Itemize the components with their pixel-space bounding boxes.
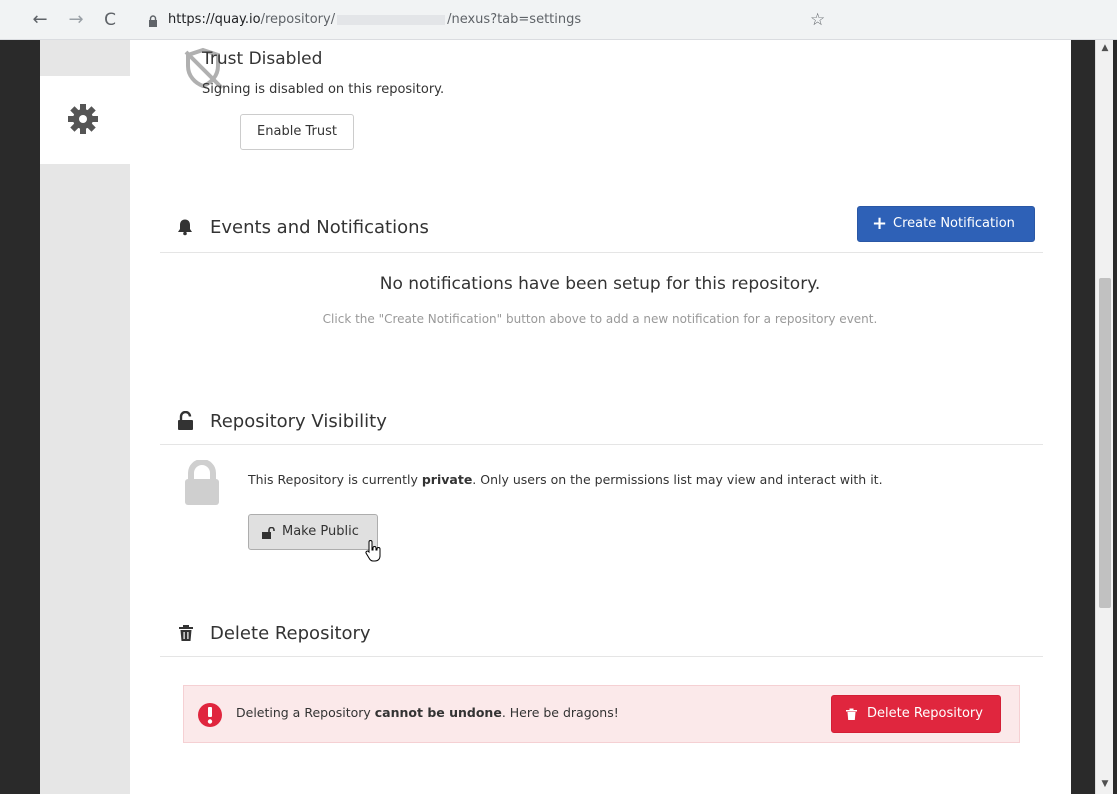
back-arrow-icon[interactable]: ← (30, 10, 50, 30)
delete-warning: Deleting a Repository cannot be undone. … (236, 705, 619, 720)
forward-arrow-icon[interactable]: → (66, 10, 86, 30)
url-path: /repository/ (260, 12, 336, 27)
danger-alert: Deleting a Repository cannot be undone. … (183, 685, 1020, 743)
trash-icon (846, 708, 857, 720)
delete-title: Delete Repository (210, 623, 371, 644)
visibility-description: This Repository is currently private. On… (248, 472, 883, 487)
padlock-icon (185, 460, 219, 505)
trust-description: Signing is disabled on this repository. (202, 82, 445, 97)
delete-warning-before: Deleting a Repository (236, 705, 375, 720)
lock-icon (149, 15, 157, 27)
plus-icon: + (872, 213, 888, 234)
url-host: https://quay.io (168, 12, 261, 27)
address-bar[interactable]: https://quay.io/repository/ /nexus?tab=se… (138, 8, 844, 34)
notifications-title: Events and Notifications (210, 217, 429, 238)
create-notification-label: Create Notification (893, 216, 1015, 231)
create-notification-button[interactable]: + Create Notification (857, 206, 1035, 242)
hand-cursor-icon (365, 540, 381, 562)
delete-repository-label: Delete Repository (867, 706, 983, 721)
trash-icon (179, 625, 193, 641)
visibility-title: Repository Visibility (210, 411, 387, 432)
unlock-icon (262, 527, 275, 539)
reload-icon[interactable]: C (100, 10, 120, 30)
scroll-thumb[interactable] (1099, 278, 1111, 608)
empty-notifications-hint: Click the "Create Notification" button a… (322, 312, 878, 326)
visibility-text-after: . Only users on the permissions list may… (472, 472, 883, 487)
unlock-icon (178, 411, 193, 430)
trust-title: Trust Disabled (202, 49, 323, 69)
gear-icon (68, 104, 98, 134)
url-suffix: /nexus?tab=settings (447, 12, 582, 27)
sidebar (40, 40, 130, 794)
browser-toolbar: ← → C https://quay.io/repository/ /nexus?… (0, 0, 1117, 40)
scroll-down-icon[interactable]: ▼ (1099, 778, 1111, 790)
scroll-up-icon[interactable]: ▲ (1099, 42, 1111, 54)
scrollbar[interactable]: ▲ ▼ (1095, 40, 1113, 794)
enable-trust-button[interactable]: Enable Trust (240, 114, 354, 150)
visibility-text-before: This Repository is currently (248, 472, 422, 487)
bell-icon (178, 219, 192, 236)
delete-warning-bold: cannot be undone (374, 705, 502, 720)
visibility-status: private (421, 472, 473, 487)
delete-repository-button[interactable]: Delete Repository (831, 695, 1001, 733)
exclamation-icon (198, 703, 222, 727)
empty-notifications-title: No notifications have been setup for thi… (379, 274, 821, 294)
url-text: https://quay.io/repository/ /nexus?tab=se… (168, 12, 581, 27)
make-public-label: Make Public (282, 524, 359, 539)
divider (160, 656, 1043, 657)
redacted-segment (337, 14, 446, 25)
divider (160, 444, 1043, 445)
divider (160, 252, 1043, 253)
star-icon[interactable]: ☆ (810, 10, 825, 30)
sidebar-item-settings[interactable] (40, 76, 130, 164)
make-public-button[interactable]: Make Public (248, 514, 378, 550)
delete-warning-after: . Here be dragons! (501, 705, 619, 720)
